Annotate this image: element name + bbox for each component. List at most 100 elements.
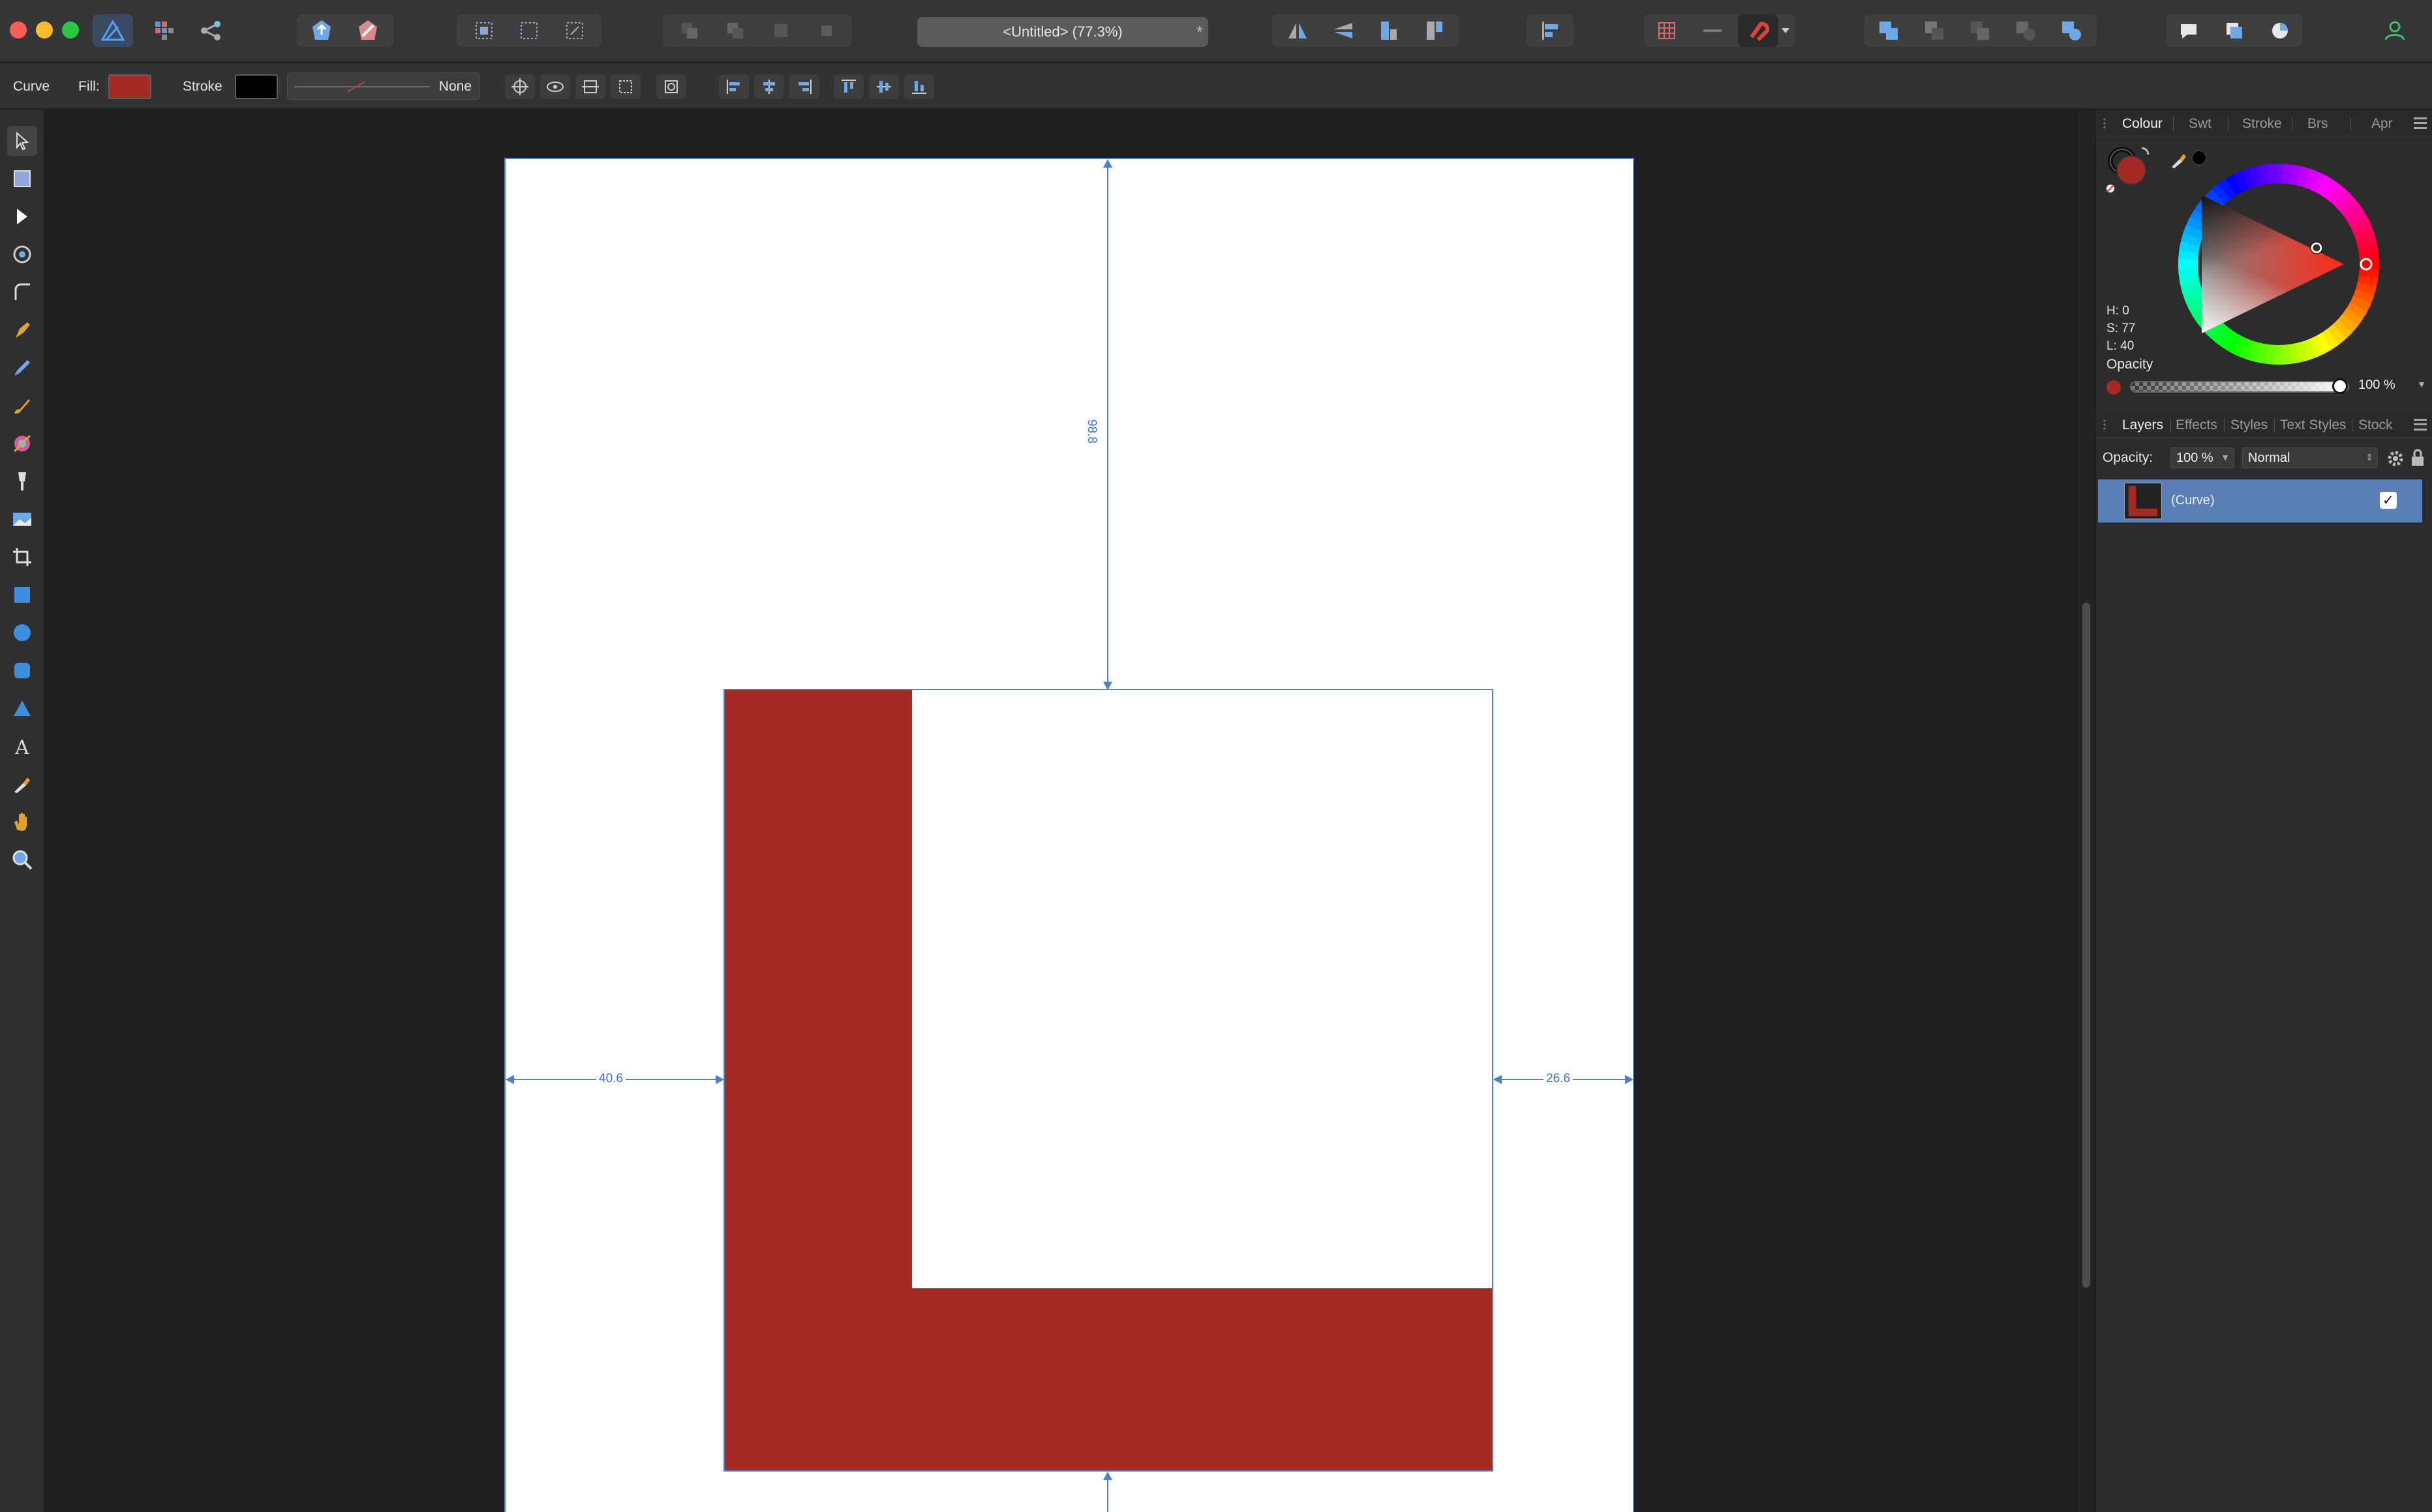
document-canvas[interactable]: 98.8 40.6 26.6 [46,110,2076,1512]
account-button[interactable] [2375,14,2415,47]
flip-horizontal-button[interactable] [1277,14,1318,47]
fill-swatch[interactable] [108,74,151,99]
zoom-window-button[interactable] [62,22,79,38]
snapping-options-dropdown[interactable] [1776,14,1795,47]
align-button[interactable] [1530,14,1570,47]
artboard-tool[interactable] [7,164,37,194]
vector-brush-tool[interactable] [7,391,37,421]
align-center-button[interactable] [754,74,784,99]
panel-menu-icon[interactable] [2414,419,2427,431]
boolean-xor-button[interactable] [2005,14,2046,47]
toolbar-toggle-button[interactable] [2260,14,2300,47]
pen-tool[interactable] [7,315,37,345]
distribute-horizontal-button[interactable] [575,74,605,99]
context-toggle-button[interactable] [2214,14,2255,47]
minimize-window-button[interactable] [36,22,53,38]
preferences-button[interactable] [348,14,388,47]
boolean-add-button[interactable] [1868,14,1909,47]
point-transform-tool[interactable] [7,239,37,269]
document-title[interactable]: <Untitled> (77.3%) * [917,17,1208,47]
color-picker-tool[interactable] [7,769,37,799]
tab-colour[interactable]: Colour [2122,116,2163,132]
align-top-button[interactable] [834,74,864,99]
boolean-subtract-button[interactable] [1914,14,1954,47]
boolean-icon [2016,22,2035,40]
tab-stroke[interactable]: Stroke [2242,116,2282,132]
canvas-vertical-scrollbar[interactable] [2078,110,2095,1512]
tab-styles[interactable]: Styles [2230,417,2268,433]
zoom-tool[interactable] [7,845,37,875]
panel-menu-icon[interactable] [2414,117,2427,129]
layer-opacity-field[interactable]: 100 % ▼ [2170,447,2234,468]
transparency-tool[interactable] [7,466,37,496]
chevron-down-icon[interactable]: ▼ [2417,379,2426,389]
arrange-front-button[interactable] [806,14,847,47]
colour-wheel[interactable] [2176,161,2382,367]
layer-row[interactable]: (Curve) ✓ [2098,479,2422,522]
flip-vertical-button[interactable] [1323,14,1363,47]
opacity-value-field[interactable]: 100 % ▼ [2353,375,2430,396]
gear-icon[interactable] [2386,449,2405,468]
transform-selection-button[interactable] [555,14,595,47]
rotate-selection-button[interactable] [656,74,686,99]
panel-grip-icon[interactable] [2103,117,2106,130]
fill-tool[interactable] [7,429,37,459]
transform-origin-button[interactable] [505,74,535,99]
tab-appearance[interactable]: Apr [2371,116,2393,132]
align-bottom-button[interactable] [904,74,934,99]
tab-layers[interactable]: Layers [2122,417,2163,433]
rotate-right-button[interactable] [1414,14,1455,47]
snapping-toggle-button[interactable] [1738,14,1778,47]
tab-stock[interactable]: Stock [2358,417,2393,433]
tab-swatches[interactable]: Swt [2189,116,2212,132]
transform-bbox-button[interactable] [611,74,641,99]
guides-button[interactable] [1692,14,1733,47]
blend-mode-select[interactable]: Normal ⇕ [2242,447,2378,468]
arrange-back-button[interactable] [669,14,710,47]
align-right-button[interactable] [789,74,819,99]
pixel-persona-button[interactable] [144,14,185,47]
move-tool[interactable] [7,126,37,156]
layer-visibility-checkbox[interactable]: ✓ [2380,492,2397,509]
rounded-rectangle-tool[interactable] [7,656,37,686]
pencil-tool[interactable] [7,353,37,383]
chevron-down-icon: ▼ [2221,452,2230,462]
hand-tool[interactable] [7,807,37,837]
show-bbox-button[interactable] [540,74,570,99]
arrange-forward-button[interactable] [761,14,801,47]
corner-tool[interactable] [7,277,37,307]
select-all-button[interactable] [464,14,504,47]
node-tool[interactable] [7,202,37,232]
deselect-button[interactable] [509,14,549,47]
tab-text-styles[interactable]: Text Styles [2280,417,2347,433]
view-icon [2272,23,2288,38]
triangle-tool[interactable] [7,693,37,723]
rectangle-tool[interactable] [7,580,37,610]
opacity-slider[interactable] [2130,381,2349,393]
text-tool[interactable]: A [7,731,37,761]
stroke-width-field[interactable]: None [287,72,480,100]
fill-stroke-selector[interactable] [2105,143,2157,195]
lock-icon[interactable] [2409,448,2426,468]
stroke-swatch[interactable] [235,74,278,99]
studio-toggle-button[interactable] [2168,14,2209,47]
boolean-divide-button[interactable] [2051,14,2091,47]
scrollbar-thumb[interactable] [2082,603,2090,1288]
designer-persona-button[interactable] [93,14,133,47]
grid-button[interactable] [1647,14,1687,47]
arrange-backward-button[interactable] [715,14,755,47]
opacity-slider-knob[interactable] [2332,378,2348,394]
rotate-left-button[interactable] [1369,14,1409,47]
close-window-button[interactable] [10,22,27,38]
export-persona-button[interactable] [190,14,231,47]
align-left-button[interactable] [719,74,749,99]
tab-effects[interactable]: Effects [2176,417,2217,433]
tab-brushes[interactable]: Brs [2307,116,2328,132]
ellipse-tool[interactable] [7,618,37,648]
crop-tool[interactable] [7,542,37,572]
align-middle-button[interactable] [869,74,899,99]
boolean-intersect-button[interactable] [1960,14,2000,47]
place-image-tool[interactable] [7,504,37,534]
assistant-button[interactable] [301,14,342,47]
panel-grip-icon[interactable] [2103,419,2106,432]
